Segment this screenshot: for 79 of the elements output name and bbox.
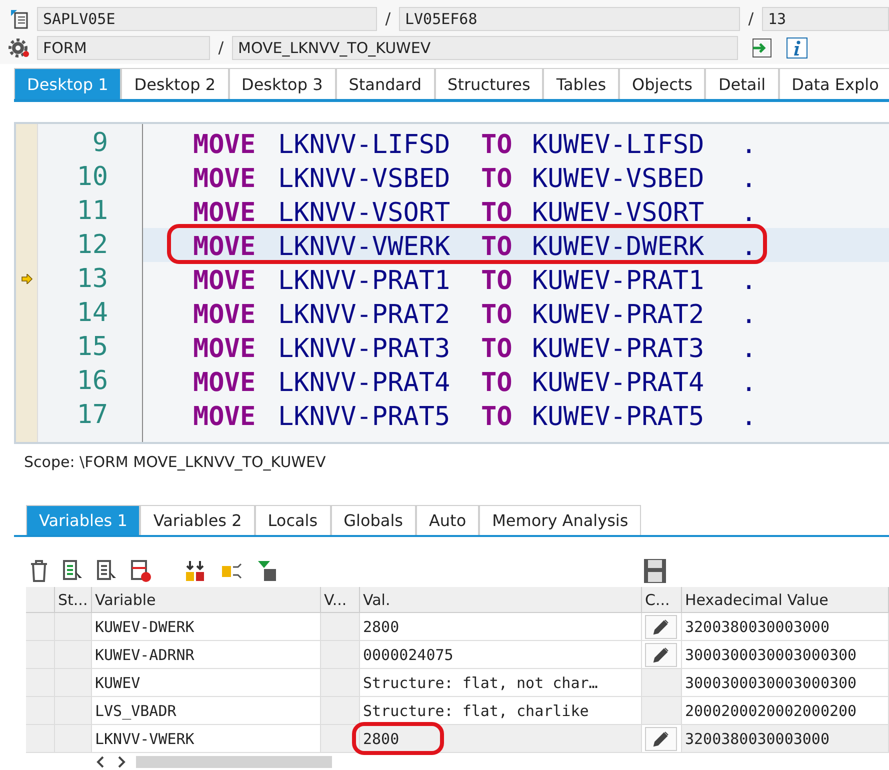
variables-tab[interactable]: Variables 2 — [140, 505, 255, 535]
line-number: 10 — [76, 161, 109, 194]
transfer-icon[interactable] — [750, 36, 774, 58]
column-header[interactable]: Hexadecimal Value — [682, 587, 889, 613]
code-line: MOVE LKNVV-PRAT2 TO KUWEV-PRAT2 . — [192, 299, 758, 330]
desktop-tab[interactable]: Detail — [705, 68, 779, 99]
scope-label: Scope: \FORM MOVE_LKNVV_TO_KUWEV — [23, 452, 327, 473]
separator: / — [384, 9, 392, 28]
delete-row-icon[interactable] — [130, 559, 152, 583]
edit-button[interactable] — [645, 726, 677, 750]
desktop-tab[interactable]: Tables — [543, 68, 620, 99]
separator: / — [217, 38, 225, 57]
scroll-left-icon[interactable] — [96, 756, 106, 768]
table-cell: 3000300030003000300 — [682, 641, 889, 669]
variables-tab[interactable]: Globals — [330, 505, 416, 535]
code-line: MOVE LKNVV-PRAT3 TO KUWEV-PRAT3 . — [192, 333, 758, 364]
desktop-tab[interactable]: Structures — [434, 68, 544, 99]
line-number: 13 — [76, 263, 109, 296]
code-line: MOVE LKNVV-LIFSD TO KUWEV-LIFSD . — [192, 129, 758, 160]
desktop-tab[interactable]: Standard — [336, 68, 435, 99]
event-name-field[interactable]: MOVE_LKNVV_TO_KUWEV — [232, 36, 738, 60]
scrollbar-thumb[interactable] — [136, 756, 332, 768]
column-header[interactable]: Variable — [92, 587, 321, 613]
column-header[interactable]: V... — [321, 587, 360, 613]
event-type-field[interactable]: FORM — [37, 36, 210, 60]
table-cell: 2000200020002000200 — [682, 697, 889, 725]
code-line: MOVE LKNVV-PRAT1 TO KUWEV-PRAT1 . — [192, 265, 758, 296]
table-cell: 3200380030003000 — [682, 613, 889, 641]
program-field[interactable]: SAPLV05E — [37, 6, 377, 30]
line-number: 16 — [76, 365, 109, 398]
list-icon[interactable] — [62, 559, 84, 583]
table-cell: KUWEV-DWERK — [92, 613, 321, 641]
table-cell: LVS_VBADR — [92, 697, 321, 725]
table-cell: LKNVV-VWERK — [92, 725, 321, 753]
edit-button[interactable] — [645, 642, 677, 666]
line-field[interactable]: 13 — [762, 6, 889, 30]
save-icon[interactable] — [643, 558, 667, 584]
code-line: MOVE LKNVV-PRAT4 TO KUWEV-PRAT4 . — [192, 367, 758, 398]
table-cell: Structure: flat, not char… — [363, 674, 598, 692]
desktop-tab[interactable]: Desktop 2 — [121, 68, 228, 99]
desktop-tab[interactable]: Desktop 3 — [228, 68, 336, 99]
column-header[interactable]: Val. — [360, 587, 642, 613]
table-cell: Structure: flat, charlike — [363, 702, 589, 720]
table-cell: KUWEV — [92, 669, 321, 697]
table-cell: 2800 — [363, 618, 400, 636]
line-number: 14 — [76, 297, 109, 330]
line-number: 9 — [91, 127, 109, 160]
pencil-icon — [652, 730, 670, 748]
code-line: MOVE LKNVV-VSBED TO KUWEV-VSBED . — [192, 163, 758, 194]
line-number: 11 — [76, 195, 109, 228]
code-line: MOVE LKNVV-PRAT5 TO KUWEV-PRAT5 . — [192, 401, 758, 432]
row-header — [26, 587, 55, 613]
column-header[interactable]: St... — [55, 587, 92, 613]
column-header[interactable]: C... — [642, 587, 682, 613]
variables-tab[interactable]: Locals — [254, 505, 331, 535]
code-line: MOVE LKNVV-VSORT TO KUWEV-VSORT . — [192, 197, 758, 228]
table-cell: 3000300030003000300 — [682, 669, 889, 697]
source-icon[interactable] — [8, 8, 28, 30]
settings-icon[interactable] — [8, 38, 30, 58]
desktop-tab[interactable]: Objects — [619, 68, 706, 99]
line-number: 15 — [76, 331, 109, 364]
include-field[interactable]: LV05EF68 — [399, 6, 740, 30]
list-icon[interactable] — [96, 559, 118, 583]
table-cell: 3200380030003000 — [682, 725, 889, 753]
line-number: 12 — [76, 229, 109, 262]
desktop-tab[interactable]: Data Explo — [778, 68, 889, 99]
table-cell: KUWEV-ADRNR — [92, 641, 321, 669]
line-number: 17 — [76, 399, 109, 432]
scroll-right-icon[interactable] — [116, 756, 126, 768]
pencil-icon — [652, 646, 670, 664]
separator: / — [747, 9, 755, 28]
table-cell: 2800 — [363, 730, 400, 748]
trash-icon[interactable] — [28, 559, 50, 583]
pencil-icon — [652, 618, 670, 636]
table-cell: 0000024075 — [363, 646, 454, 664]
info-icon[interactable] — [786, 36, 808, 58]
edit-button[interactable] — [645, 614, 677, 638]
variables-tab[interactable]: Auto — [416, 505, 480, 535]
variables-tab[interactable]: Memory Analysis — [479, 505, 642, 535]
